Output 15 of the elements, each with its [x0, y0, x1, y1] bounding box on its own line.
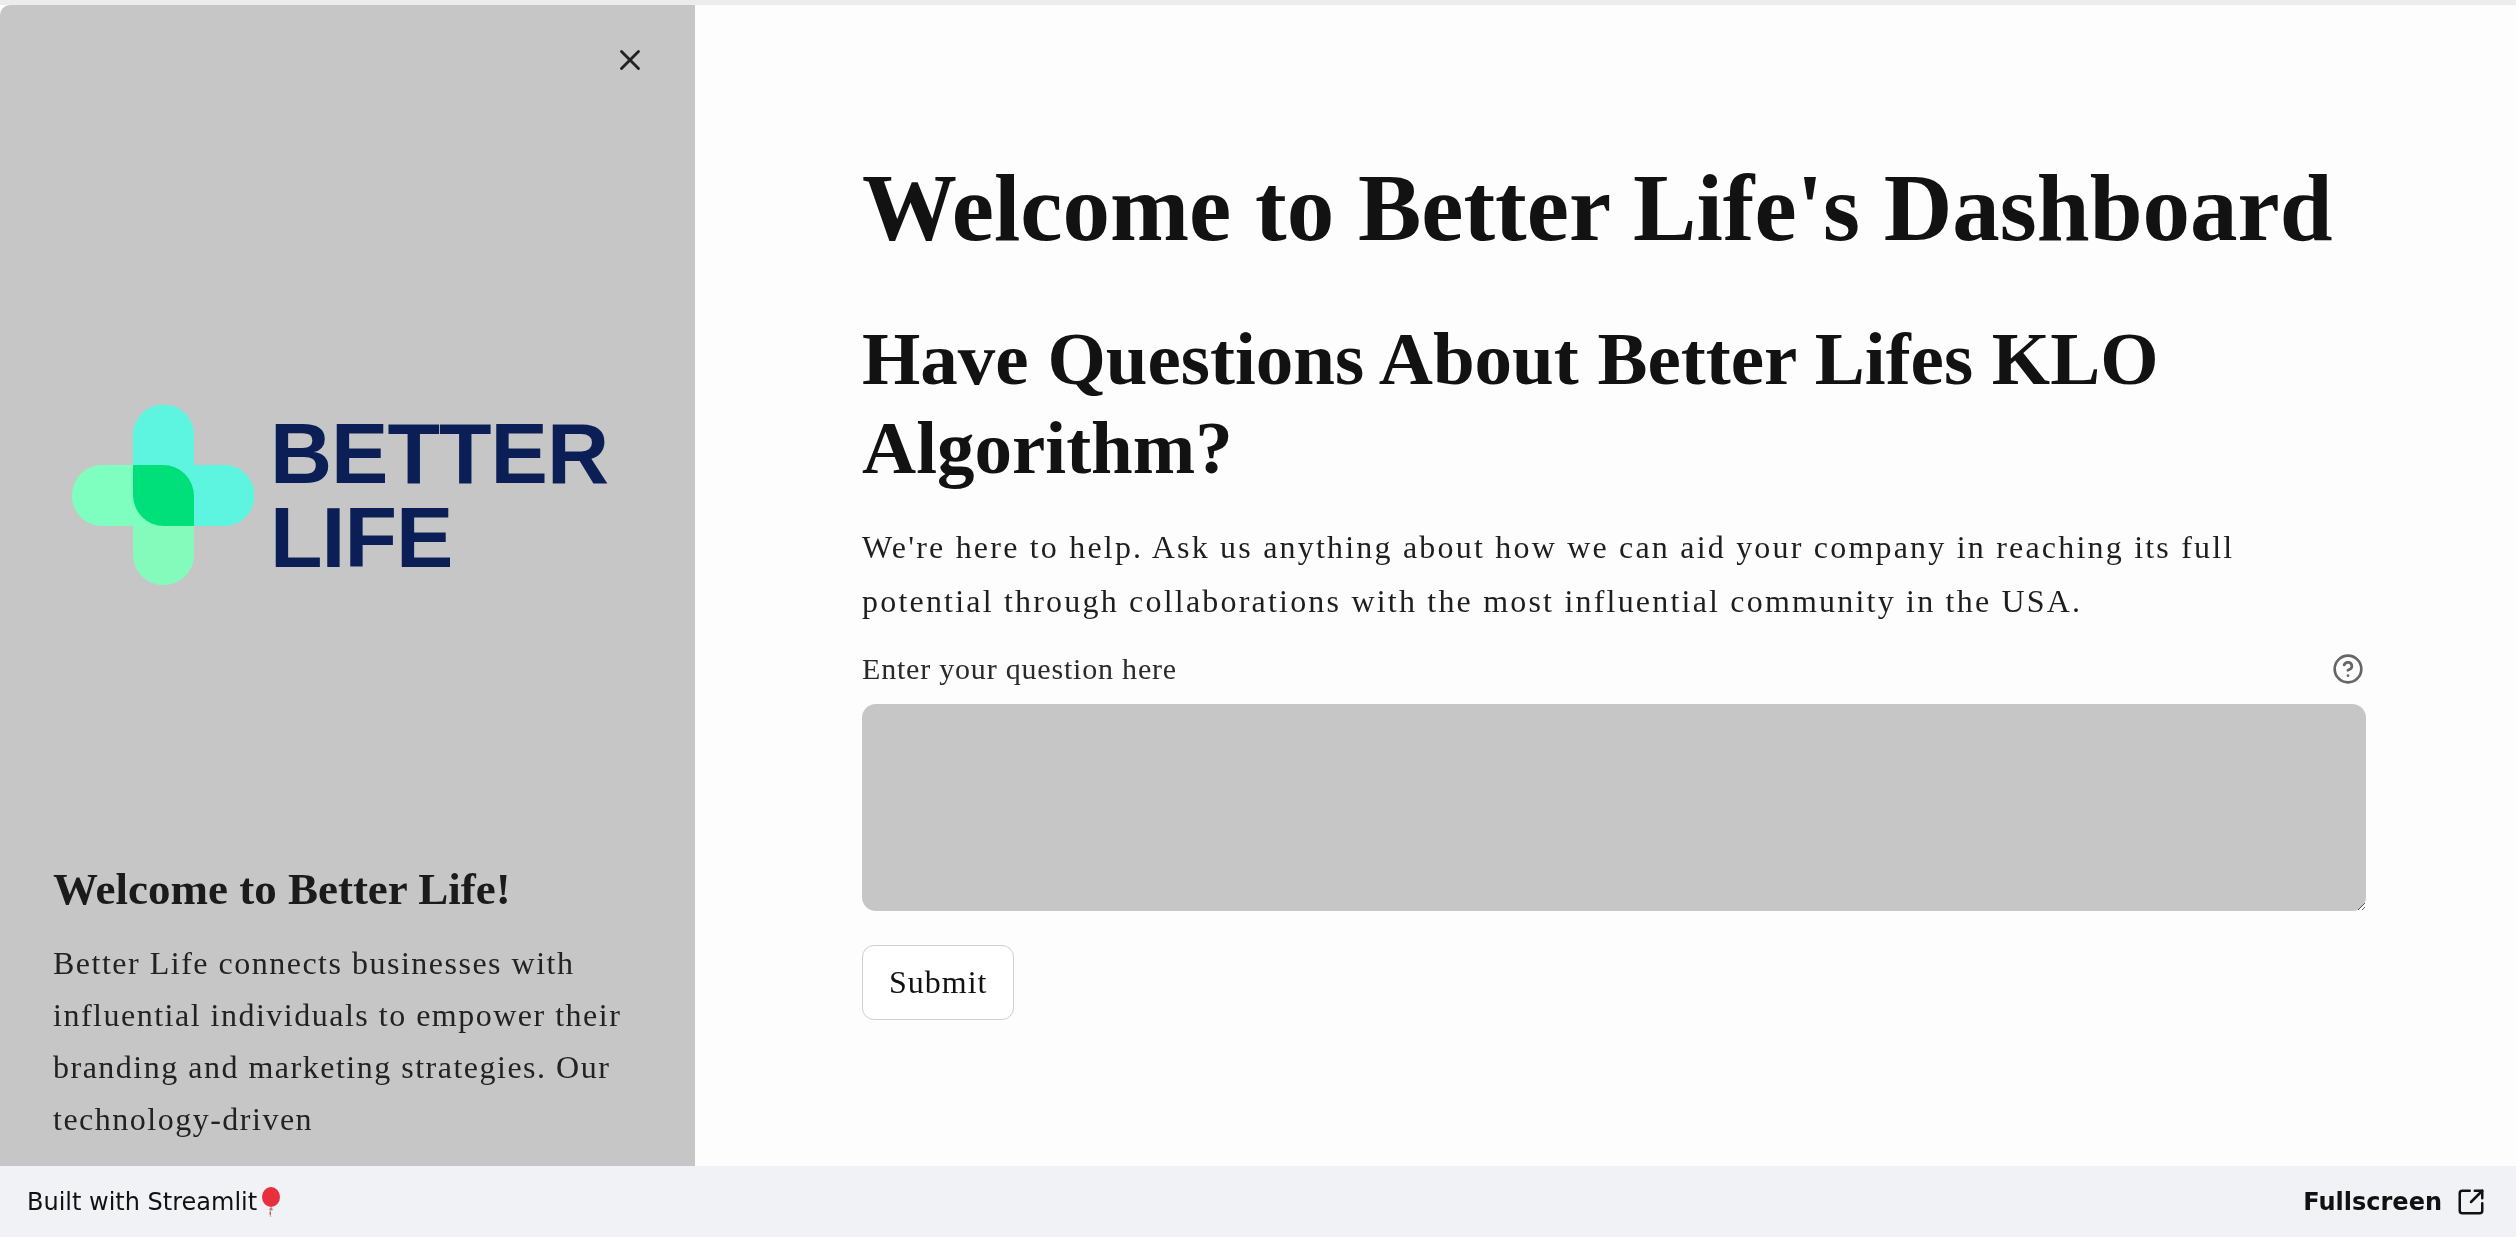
page-title: Welcome to Better Life's Dashboard	[862, 154, 2334, 263]
logo-text: BETTER LIFE	[270, 410, 608, 580]
help-icon[interactable]	[2332, 653, 2364, 685]
intro-text: We're here to help. Ask us anything about how we can aid your company in reaching its full potential through collaborations with the most influential community in the USA.	[862, 528, 2236, 621]
sidebar-text: Better Life connects businesses with influential individuals to empower their branding and marketing strategies. Our technology-driven	[53, 944, 623, 1139]
fullscreen-button[interactable]: Fullscreen	[2297, 1185, 2492, 1218]
field-label: Enter your question here	[862, 652, 1177, 686]
cross-logo-icon	[72, 405, 254, 585]
external-link-icon	[2456, 1186, 2486, 1217]
submit-button[interactable]: Submit	[862, 945, 1015, 1020]
section-heading: Have Questions About Better Lifes KLO Algorithm?	[862, 316, 2160, 491]
balloon-icon	[261, 1186, 282, 1217]
question-field[interactable]	[862, 704, 2366, 911]
credit-text: Built with Streamlit	[27, 1187, 258, 1216]
sidebar-heading: Welcome to Better Life!	[53, 863, 512, 915]
